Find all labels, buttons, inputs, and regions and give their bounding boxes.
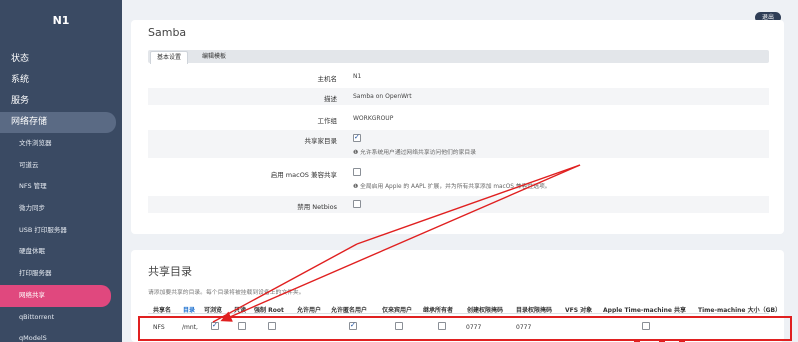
annotation-arrow-line [356,164,581,245]
annotation-arrow-line [212,243,358,323]
annotation-arrow-line [220,164,581,322]
annotation-arrows [212,164,581,323]
